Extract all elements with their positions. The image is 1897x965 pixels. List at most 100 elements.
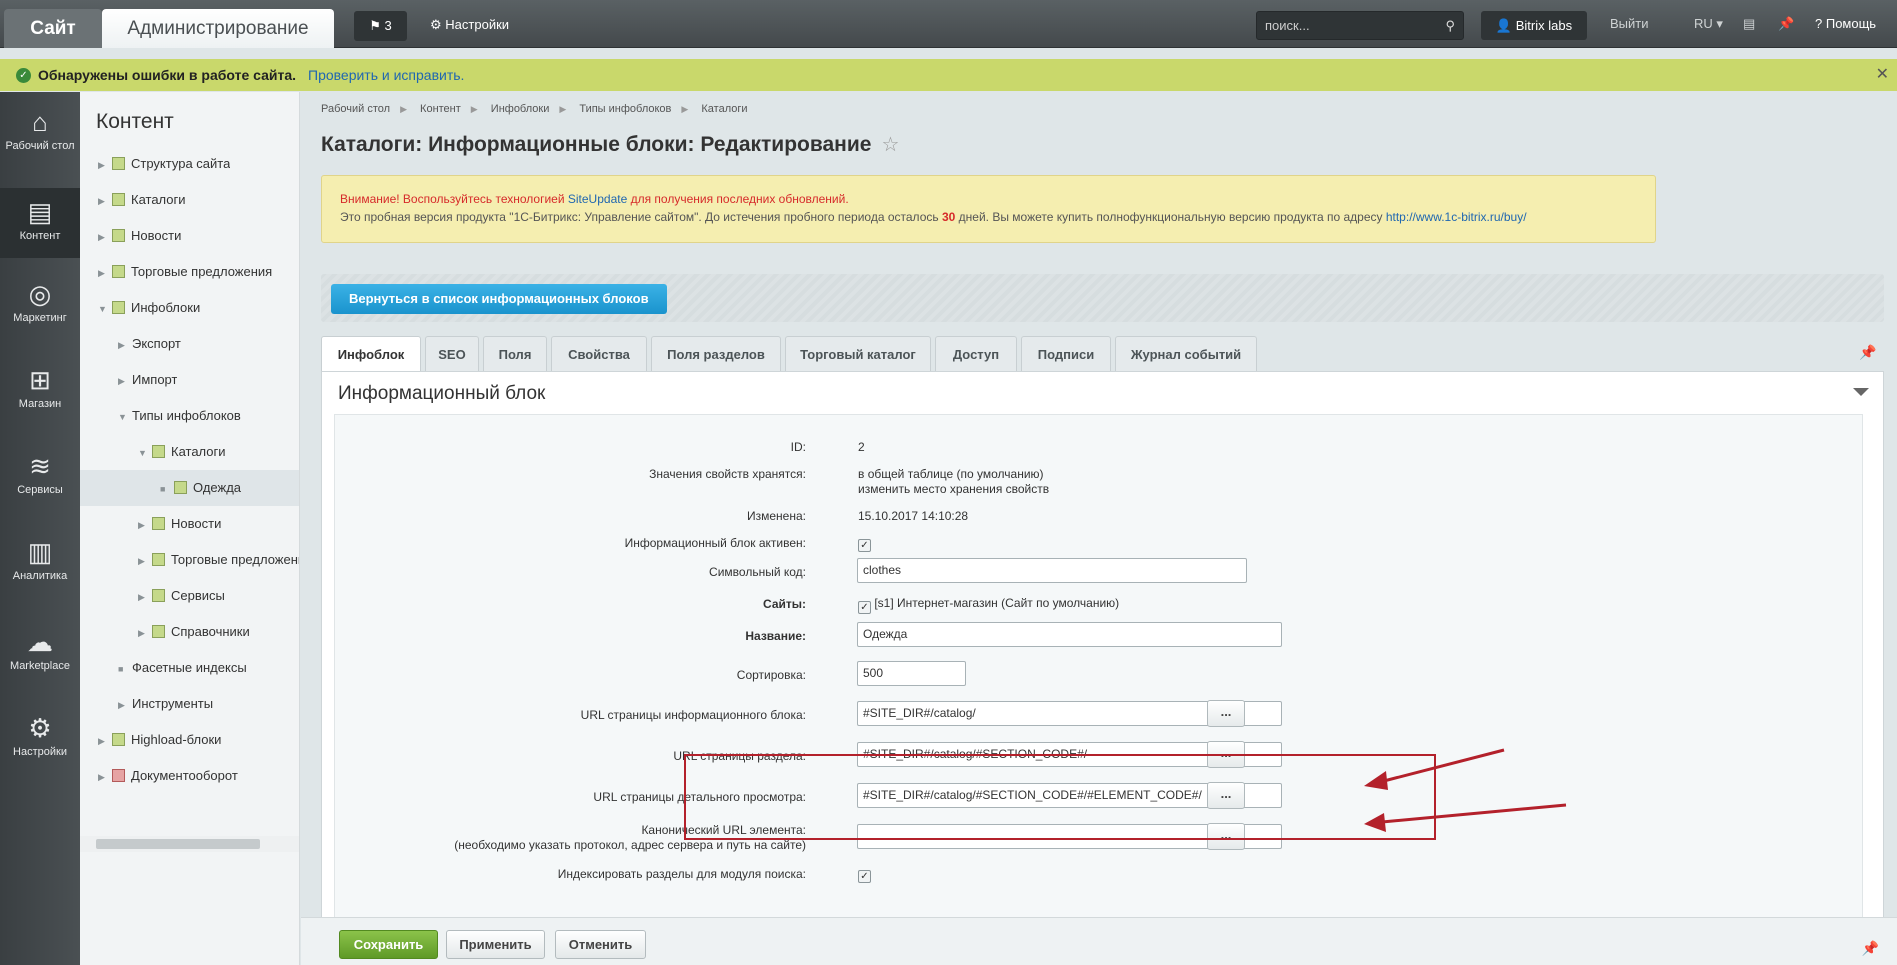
menu-marketplace[interactable]: ☁ Marketplace xyxy=(0,626,80,672)
scrollbar-thumb[interactable] xyxy=(96,839,260,849)
fix-link[interactable]: Проверить и исправить. xyxy=(308,59,464,91)
gear-icon: ⚙ xyxy=(28,713,52,743)
cloud-download-icon: ☁ xyxy=(27,627,53,657)
tree-item[interactable]: ▶ Highload-блоки xyxy=(98,722,221,758)
sites-value: ✓ [s1] Интернет-магазин (Сайт по умолчан… xyxy=(858,596,1119,614)
apply-button[interactable]: Применить xyxy=(446,930,545,959)
chevron-right-icon[interactable]: ▶ xyxy=(98,759,112,794)
chevron-right-icon[interactable]: ▶ xyxy=(118,363,132,398)
chevron-right-icon[interactable]: ▶ xyxy=(98,183,112,218)
breadcrumb-item[interactable]: Каталоги xyxy=(701,103,747,115)
tree-item[interactable]: ▼ Каталоги xyxy=(138,434,226,470)
breadcrumb-item[interactable]: Контент xyxy=(420,103,461,115)
menu-shop[interactable]: ⊞ Магазин xyxy=(0,364,80,410)
notifications-button[interactable]: ⚑ 3 xyxy=(354,11,407,41)
save-button[interactable]: Сохранить xyxy=(339,930,438,959)
tab-properties[interactable]: Свойства xyxy=(551,336,647,371)
chevron-down-icon[interactable]: ▼ xyxy=(98,291,112,326)
tree-item-label: Каталоги xyxy=(131,192,186,207)
list-url-dots-button[interactable]: ... xyxy=(1207,700,1245,727)
buy-link[interactable]: http://www.1c-bitrix.ru/buy/ xyxy=(1386,210,1527,224)
settings-link[interactable]: ⚙ Настройки xyxy=(430,14,509,36)
active-checkbox[interactable]: ✓ xyxy=(858,534,871,552)
tree-item[interactable]: ▶ Новости xyxy=(138,506,221,542)
code-input[interactable]: clothes xyxy=(857,558,1247,583)
tree-item-label: Структура сайта xyxy=(131,156,231,171)
language-select[interactable]: RU ▾ xyxy=(1694,16,1723,32)
chevron-right-icon[interactable]: ▶ xyxy=(98,219,112,254)
tree-item[interactable]: ▼ Инфоблоки xyxy=(98,290,200,326)
checkbox-checked[interactable]: ✓ xyxy=(858,870,871,883)
tree-item[interactable]: ▶ Экспорт xyxy=(118,326,181,362)
tab-section-fields[interactable]: Поля разделов xyxy=(651,336,781,371)
breadcrumb-item[interactable]: Инфоблоки xyxy=(491,103,550,115)
bottom-action-bar: Сохранить Применить Отменить 📌 xyxy=(301,917,1897,965)
chevron-right-icon[interactable]: ▶ xyxy=(138,615,152,650)
window-icon[interactable]: ▤ xyxy=(1743,16,1755,32)
menu-content[interactable]: ▤ Контент xyxy=(0,188,80,258)
breadcrumb-item[interactable]: Типы инфоблоков xyxy=(579,103,671,115)
breadcrumb-item[interactable]: Рабочий стол xyxy=(321,103,390,115)
chevron-right-icon[interactable]: ▶ xyxy=(138,543,152,578)
tree-item[interactable]: ▶ Торговые предложения xyxy=(98,254,272,290)
tab-event-log[interactable]: Журнал событий xyxy=(1115,336,1257,371)
tree-item[interactable]: ▶ Справочники xyxy=(138,614,250,650)
index-checkbox[interactable]: ✓ xyxy=(858,865,871,883)
help-link[interactable]: ? Помощь xyxy=(1815,16,1876,31)
chevron-down-icon[interactable]: ▼ xyxy=(138,435,152,470)
menu-services[interactable]: ≋ Сервисы xyxy=(0,450,80,496)
pin-icon[interactable]: 📌 xyxy=(1862,940,1879,957)
star-icon[interactable]: ☆ xyxy=(881,134,899,156)
tree-item[interactable]: ▶ Сервисы xyxy=(138,578,225,614)
close-icon[interactable]: ✕ xyxy=(1876,59,1889,91)
menu-settings[interactable]: ⚙ Настройки xyxy=(0,712,80,758)
siteupdate-link[interactable]: SiteUpdate xyxy=(568,192,627,206)
tree-item[interactable]: ▶ Торговые предложения xyxy=(138,542,299,578)
tree-item[interactable]: ▼ Типы инфоблоков xyxy=(118,398,241,434)
menu-desktop[interactable]: ⌂ Рабочий стол xyxy=(0,106,80,152)
sort-input[interactable]: 500 xyxy=(857,661,966,686)
tree-item[interactable]: ▶ Инструменты xyxy=(118,686,213,722)
chevron-right-icon[interactable]: ▶ xyxy=(98,723,112,758)
search-input[interactable]: поиск... ⚲ xyxy=(1256,11,1464,40)
folder-icon xyxy=(112,229,125,242)
cancel-button[interactable]: Отменить xyxy=(555,930,646,959)
chevron-right-icon[interactable]: ▶ xyxy=(118,687,132,722)
tab-infoblock[interactable]: Инфоблок xyxy=(321,336,421,371)
collapse-icon[interactable] xyxy=(1853,388,1869,396)
tab-admin[interactable]: Администрирование xyxy=(102,9,334,48)
pin-icon[interactable]: 📌 xyxy=(1859,344,1876,361)
tree-item[interactable]: ▶ Импорт xyxy=(118,362,177,398)
site-checkbox[interactable]: ✓ xyxy=(858,601,871,614)
tree-item-label: Экспорт xyxy=(132,336,181,351)
search-icon[interactable]: ⚲ xyxy=(1445,12,1455,39)
chevron-right-icon[interactable]: ▶ xyxy=(138,579,152,614)
tree-item[interactable]: ▶ Новости xyxy=(98,218,181,254)
tab-captions[interactable]: Подписи xyxy=(1021,336,1111,371)
name-input[interactable]: Одежда xyxy=(857,622,1282,647)
menu-analytics[interactable]: ▥ Аналитика xyxy=(0,536,80,582)
tree-item-selected[interactable]: ■ Одежда xyxy=(80,470,299,506)
chevron-right-icon[interactable]: ▶ xyxy=(98,147,112,182)
change-storage-link[interactable]: изменить место хранения свойств xyxy=(858,482,1049,496)
tab-access[interactable]: Доступ xyxy=(935,336,1017,371)
tab-site[interactable]: Сайт xyxy=(4,9,102,48)
tree-item[interactable]: ▶ Структура сайта xyxy=(98,146,230,182)
checkbox-checked[interactable]: ✓ xyxy=(858,539,871,552)
tree-item[interactable]: ▶ Каталоги xyxy=(98,182,186,218)
chevron-right-icon[interactable]: ▶ xyxy=(118,327,132,362)
back-to-list-button[interactable]: Вернуться в список информационных блоков xyxy=(331,284,667,314)
user-button[interactable]: 👤 Bitrix labs xyxy=(1481,11,1587,40)
tree-item[interactable]: ▶ Документооборот xyxy=(98,758,238,794)
menu-marketing[interactable]: ◎ Маркетинг xyxy=(0,278,80,324)
tab-fields[interactable]: Поля xyxy=(483,336,547,371)
tab-seo[interactable]: SEO xyxy=(425,336,479,371)
horizontal-scrollbar[interactable] xyxy=(80,836,299,852)
chevron-right-icon[interactable]: ▶ xyxy=(138,507,152,542)
chevron-down-icon[interactable]: ▼ xyxy=(118,399,132,434)
logout-link[interactable]: Выйти xyxy=(1610,16,1649,31)
tree-item[interactable]: ■ Фасетные индексы xyxy=(118,650,247,686)
pin-icon[interactable]: 📌 xyxy=(1778,16,1794,32)
tab-trade-catalog[interactable]: Торговый каталог xyxy=(785,336,931,371)
chevron-right-icon[interactable]: ▶ xyxy=(98,255,112,290)
